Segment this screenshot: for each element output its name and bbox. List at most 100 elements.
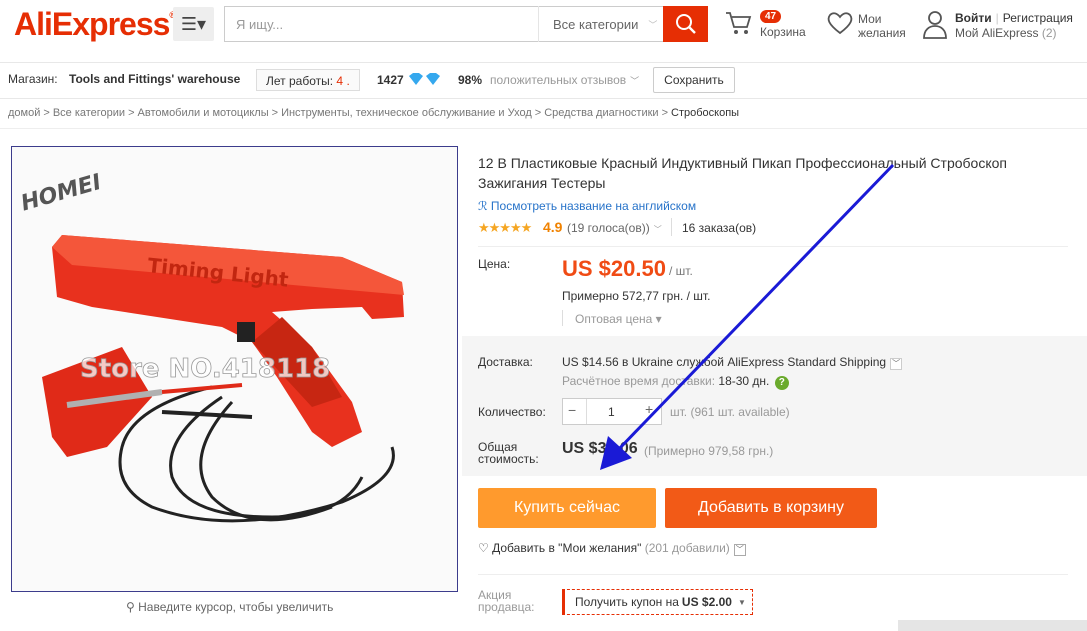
add-to-wishlist-link[interactable]: ♡ Добавить в "Мои желания" (201 добавили… [478, 541, 746, 556]
translate-link-text: Посмотреть название на английском [490, 199, 697, 213]
breadcrumb-item[interactable]: Все категории [53, 107, 125, 119]
shipping-label: Доставка: [478, 355, 533, 369]
diamond-rating-icon [408, 72, 442, 89]
quantity-decrease-button[interactable]: − [568, 402, 576, 418]
total-price: US $35.06 [562, 440, 638, 457]
quantity-input[interactable]: 1 [608, 405, 615, 419]
quantity-divider [586, 399, 587, 424]
translate-icon: ℛ [478, 199, 488, 213]
breadcrumb-item[interactable]: Автомобили и мотоциклы [138, 107, 269, 119]
positive-feedback-percent: 98% [458, 73, 483, 87]
breadcrumb-item[interactable]: Инструменты, техническое обслуживание и … [281, 107, 532, 119]
breadcrumb-item[interactable]: Средства диагностики [544, 107, 658, 119]
approx-price: Примерно 572,77 грн. / шт. [562, 289, 711, 303]
store-name-link[interactable]: Tools and Fittings' warehouse [69, 72, 240, 86]
zoom-hint: ⚲ Наведите курсор, чтобы увеличить [126, 600, 333, 614]
coupon-text: Получить купон на [575, 595, 679, 609]
search-button[interactable] [663, 6, 708, 42]
timing-light-image: HOMEI Timing Light Store NO.418118 [12, 147, 457, 591]
help-icon[interactable]: ? [774, 376, 789, 390]
save-store-button[interactable]: Сохранить [653, 67, 735, 93]
orders-count: 16 заказа(ов) [682, 221, 757, 235]
cart-label[interactable]: Корзина [760, 25, 806, 39]
zoom-hint-text: Наведите курсор, чтобы увеличить [138, 600, 334, 614]
wholesale-price-toggle[interactable]: Оптовая цена ▾ [575, 312, 662, 326]
price-label: Цена: [478, 257, 511, 271]
positive-feedback-dropdown[interactable]: положительных отзывов ﹀ [490, 73, 639, 87]
eta-days: 18-30 дн. [718, 374, 770, 388]
heart-icon[interactable] [826, 10, 854, 43]
chevron-down-icon[interactable]: ﹀ [733, 544, 746, 556]
breadcrumb-divider [0, 128, 1087, 129]
total-approx: (Примерно 979,58 грн.) [644, 444, 774, 458]
rating-votes[interactable]: (19 голоса(ов)) ﹀ [567, 221, 662, 235]
price-value: US $20.50 [562, 256, 666, 281]
breadcrumb-item[interactable]: домой [8, 107, 40, 119]
store-divider [0, 98, 1087, 99]
store-years-label: Лет работы: [266, 74, 334, 88]
votes-text: (19 голоса(ов)) [567, 221, 650, 235]
store-years: Лет работы: 4 . [256, 69, 360, 91]
quantity-label: Количество: [478, 405, 546, 419]
search-icon [675, 14, 696, 34]
title-divider [478, 246, 1068, 247]
seller-promo-label: Акция продавца: [478, 589, 535, 613]
get-coupon-button[interactable]: Получить купон на US $2.00 ▼ [562, 589, 753, 615]
login-link[interactable]: Войти [955, 11, 992, 25]
user-icon[interactable] [922, 10, 948, 45]
quantity-increase-button[interactable]: + [645, 401, 653, 417]
price-unit: / шт. [669, 264, 693, 278]
header-divider [0, 62, 1087, 63]
rating-score: 4.9 [543, 219, 563, 235]
logo-text: AliExpress [14, 6, 170, 42]
chevron-down-icon: ﹀ [653, 225, 662, 234]
shipping-method-text: US $14.56 в Ukraine службой AliExpress S… [562, 355, 887, 369]
register-link[interactable]: Регистрация [1003, 11, 1073, 25]
rating-stars-icon: ★★★★★ [478, 220, 532, 235]
search-input[interactable]: Я ищу... [236, 17, 283, 32]
store-rating-number: 1427 [377, 73, 404, 87]
cart-count-badge: 47 [760, 10, 782, 23]
my-aliexpress-label: Мой AliExpress [955, 26, 1039, 40]
my-aliexpress-count: (2) [1041, 26, 1057, 40]
store-watermark: Store NO.418118 [80, 354, 330, 384]
total-label: Общая стоимость: [478, 441, 539, 465]
search-icon: ⚲ [126, 600, 135, 614]
delivery-estimate: Расчётное время доставки: 18-30 дн. ? [562, 374, 789, 390]
actions-divider [478, 574, 1068, 575]
menu-icon: ☰▾ [180, 13, 207, 34]
coupon-amount: US $2.00 [681, 595, 732, 609]
category-select[interactable]: Все категории ﹀ [538, 6, 664, 42]
wishlist-line2: желания [858, 26, 906, 40]
product-image[interactable]: HOMEI Timing Light Store NO.418118 [11, 146, 458, 592]
total-label-line2: стоимость: [478, 452, 539, 466]
product-title: 12 В Пластиковые Красный Индуктивный Пик… [478, 155, 1007, 191]
caret-down-icon: ▼ [737, 597, 746, 607]
login-separator: | [995, 11, 999, 25]
positive-feedback-text: положительных отзывов [490, 73, 627, 87]
buy-now-button[interactable]: Купить сейчас [478, 488, 656, 528]
chevron-down-icon: ﹀ [648, 19, 658, 30]
bottom-strip [898, 620, 1087, 631]
translate-title-link[interactable]: ℛ Посмотреть название на английском [478, 199, 696, 213]
chevron-down-icon: ﹀ [630, 76, 640, 86]
wish-add-text: Добавить в "Мои желания" [492, 541, 642, 555]
store-label: Магазин: [8, 72, 58, 86]
wish-count: (201 добавили) [644, 541, 730, 555]
categories-menu-button[interactable]: ☰▾ [173, 7, 214, 41]
cart-icon[interactable] [725, 10, 753, 43]
wholesale-text: Оптовая цена [575, 312, 653, 326]
add-to-cart-button[interactable]: Добавить в корзину [665, 488, 877, 528]
aliexpress-logo[interactable]: AliExpress® [14, 6, 176, 43]
login-register: Войти | Регистрация [955, 11, 1073, 25]
shipping-method[interactable]: US $14.56 в Ukraine службой AliExpress S… [562, 355, 903, 370]
quantity-available: шт. (961 шт. available) [670, 405, 790, 419]
wholesale-divider [562, 310, 563, 326]
breadcrumb-current: Стробоскопы [671, 107, 740, 119]
category-select-value: Все категории [553, 16, 639, 32]
eta-label: Расчётное время доставки: [562, 374, 716, 388]
my-aliexpress-link[interactable]: Мой AliExpress (2) [955, 26, 1057, 40]
caret-down-icon: ▾ [655, 312, 662, 326]
promo-label-line2: продавца: [478, 600, 535, 614]
wishlist-link[interactable]: Мои желания [858, 12, 906, 40]
